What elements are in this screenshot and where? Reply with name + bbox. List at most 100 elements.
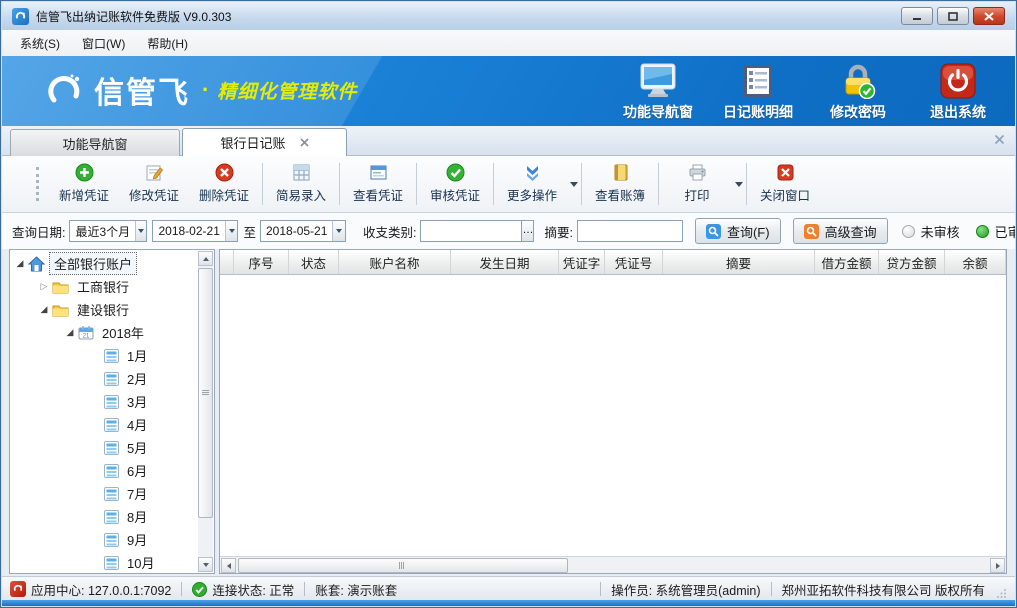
row-indicator-column [220,250,234,274]
month-icon [104,533,119,547]
tree-item-month[interactable]: 8月 [10,505,198,528]
chevron-down-icon[interactable] [225,221,238,241]
column-header[interactable]: 序号 [234,250,289,274]
menu-window[interactable]: 窗口(W) [72,32,135,55]
tree-item-month[interactable]: 5月 [10,436,198,459]
journal-detail-button[interactable]: 日记账明细 [715,62,801,122]
date-preset-select[interactable]: 最近3个月 [69,220,147,242]
column-header[interactable]: 贷方金额 [879,250,945,274]
scroll-down-icon[interactable] [198,557,213,572]
tab-bank-journal[interactable]: 银行日记账 [182,128,347,156]
column-header[interactable]: 摘要 [663,250,815,274]
audit-check-icon [446,162,465,182]
more-actions-button[interactable]: 更多操作 [497,160,567,208]
audit-voucher-button[interactable]: 审核凭证 [420,160,490,208]
view-voucher-button[interactable]: 查看凭证 [343,160,413,208]
quick-entry-button[interactable]: 简易录入 [266,160,336,208]
toolbar-separator [746,163,747,205]
chevron-down-icon[interactable] [135,221,146,241]
tree-item-month[interactable]: 7月 [10,482,198,505]
monitor-icon [639,62,677,100]
account-set-status: 账套: 演示账套 [315,580,397,599]
window-frame-bottom [2,600,1015,606]
menu-help[interactable]: 帮助(H) [137,32,198,55]
tree-item-ccb[interactable]: ◢ 建设银行 [10,298,198,321]
audited-label: 已审核 [995,222,1015,241]
folder-icon [52,280,69,294]
category-label: 收支类别: [363,222,416,241]
column-header[interactable]: 发生日期 [451,250,559,274]
tree-vertical-scrollbar[interactable] [198,251,213,572]
tab-nav-window[interactable]: 功能导航窗 [10,129,180,156]
more-actions-icon [523,162,542,182]
tree-item-year-2018[interactable]: ◢ 21 2018年 [10,321,198,344]
scroll-up-icon[interactable] [198,251,213,266]
tree-item-month[interactable]: 4月 [10,413,198,436]
date-to-picker[interactable]: 2018-05-21 [260,220,346,242]
chevron-down-icon[interactable] [332,221,345,241]
main-area: ◢ 全部银行账户 ▷ 工商银行 ◢ 建设银行 ◢ 21 2018年 [2,249,1015,576]
advanced-query-button[interactable]: 高级查询 [793,218,888,244]
calendar-icon: 21 [78,325,94,340]
close-window-icon [776,162,795,182]
table-horizontal-scrollbar[interactable] [220,556,1006,573]
expander-collapsed-icon[interactable]: ▷ [38,281,50,292]
copyright-text: 郑州亚拓软件科技有限公司 版权所有 [782,580,985,599]
scrollbar-thumb[interactable] [198,268,213,518]
tab-strip: 功能导航窗 银行日记账 [2,126,1015,156]
more-actions-dropdown-icon[interactable] [570,182,578,187]
expander-expanded-icon[interactable]: ◢ [64,327,76,338]
view-ledger-button[interactable]: 查看账簿 [585,160,655,208]
month-icon [104,418,119,432]
column-header[interactable]: 借方金额 [815,250,879,274]
maximize-button[interactable] [937,7,969,25]
edit-voucher-button[interactable]: 修改凭证 [119,160,189,208]
month-icon [104,349,119,363]
expander-expanded-icon[interactable]: ◢ [14,258,26,269]
close-button[interactable] [973,7,1005,25]
menu-system[interactable]: 系统(S) [10,32,70,55]
home-icon [28,256,45,272]
scroll-left-icon[interactable] [221,558,236,573]
table-body-empty [220,275,1006,556]
minimize-button[interactable] [901,7,933,25]
category-lookup-button[interactable]: … [522,220,534,242]
expander-expanded-icon[interactable]: ◢ [38,304,50,315]
tree-item-month[interactable]: 9月 [10,528,198,551]
search-advanced-icon [804,224,819,239]
tree-item-icbc[interactable]: ▷ 工商银行 [10,275,198,298]
tree-item-month[interactable]: 2月 [10,367,198,390]
nav-window-button[interactable]: 功能导航窗 [615,62,701,122]
column-header[interactable]: 账户名称 [339,250,451,274]
tabstrip-close-icon[interactable] [994,134,1005,145]
scroll-right-icon[interactable] [990,558,1005,573]
summary-input[interactable] [577,220,683,242]
add-voucher-button[interactable]: 新增凭证 [49,160,119,208]
month-icon [104,372,119,386]
status-separator [181,582,182,596]
close-window-button[interactable]: 关闭窗口 [750,160,820,208]
change-password-button[interactable]: 修改密码 [815,62,901,122]
status-separator [304,582,305,596]
column-header[interactable]: 凭证字 [559,250,605,274]
ledger-book-icon [611,162,630,182]
delete-voucher-button[interactable]: 删除凭证 [189,160,259,208]
print-button[interactable]: 打印 [662,160,732,208]
tree-item-month[interactable]: 3月 [10,390,198,413]
exit-system-button[interactable]: 退出系统 [915,62,1001,122]
month-icon [104,441,119,455]
query-button[interactable]: 查询(F) [695,218,781,244]
tree-item-month[interactable]: 6月 [10,459,198,482]
category-input[interactable] [420,220,522,242]
tree-item-month[interactable]: 10月 [10,551,198,574]
tab-close-icon[interactable] [300,138,309,147]
tree-item-all-accounts[interactable]: ◢ 全部银行账户 [10,252,198,275]
column-header[interactable]: 余额 [945,250,1006,274]
tree-item-month[interactable]: 1月 [10,344,198,367]
print-dropdown-icon[interactable] [735,182,743,187]
column-header[interactable]: 状态 [289,250,339,274]
scrollbar-thumb[interactable] [238,558,568,573]
month-icon [104,510,119,524]
date-from-picker[interactable]: 2018-02-21 [152,220,238,242]
column-header[interactable]: 凭证号 [605,250,663,274]
